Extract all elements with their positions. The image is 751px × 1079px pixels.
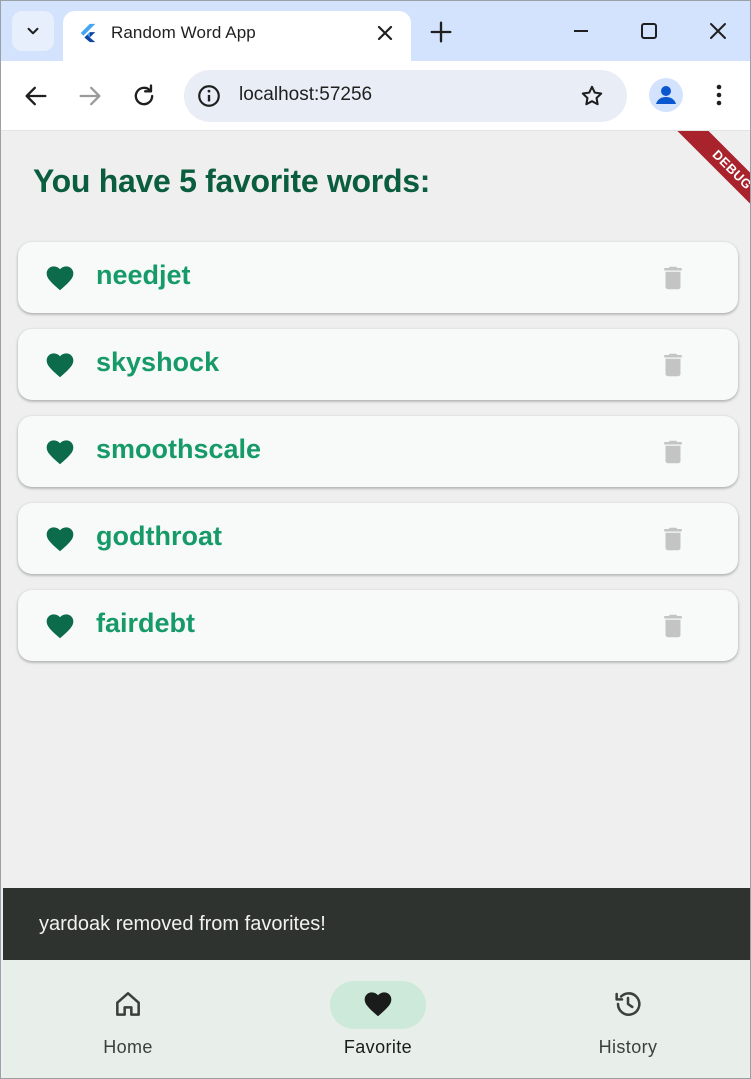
heart-icon — [46, 440, 74, 465]
window-close-icon[interactable] — [706, 19, 730, 43]
arrow-left-icon[interactable] — [22, 82, 50, 110]
list-item: godthroat — [18, 503, 738, 574]
browser-window: Random Word App localhost:57256 DEBUG Yo… — [0, 0, 751, 1079]
nav-item-home[interactable]: Home — [48, 980, 208, 1070]
snackbar: yardoak removed from favorites! — [3, 888, 750, 960]
info-icon[interactable] — [196, 83, 222, 109]
list-item: skyshock — [18, 329, 738, 400]
nav-label-home: Home — [103, 1037, 153, 1057]
trash-icon[interactable] — [658, 436, 688, 468]
debug-banner-label: DEBUG — [674, 131, 750, 227]
debug-banner: DEBUG — [656, 131, 750, 227]
star-icon[interactable] — [579, 83, 605, 109]
home-icon — [116, 992, 140, 1016]
nav-label-favorite: Favorite — [343, 1037, 413, 1057]
heart-icon — [46, 527, 74, 552]
nav-item-favorite[interactable]: Favorite — [298, 980, 458, 1070]
favorite-word: fairdebt — [96, 608, 196, 638]
snackbar-message: yardoak removed from favorites! — [39, 913, 326, 935]
heart-icon — [364, 992, 392, 1017]
browser-tab[interactable]: Random Word App — [63, 11, 411, 61]
favorite-word: needjet — [96, 260, 191, 290]
flutter-icon — [80, 23, 96, 43]
page-title: You have 5 favorite words: — [33, 163, 431, 199]
nav-label-history: History — [598, 1037, 658, 1057]
heart-icon — [46, 353, 74, 378]
kebab-icon[interactable] — [707, 81, 731, 109]
favorites-list: needjet skyshock smoothscale godthroat faird… — [18, 242, 738, 677]
bottom-navigation: Home Favorite History — [3, 960, 750, 1078]
favorite-word: skyshock — [96, 347, 220, 377]
address-bar[interactable]: localhost:57256 — [184, 70, 627, 122]
close-icon[interactable] — [373, 21, 397, 45]
minimize-icon[interactable] — [569, 19, 593, 43]
trash-icon[interactable] — [658, 610, 688, 642]
tab-strip: Random Word App — [1, 1, 750, 61]
trash-icon[interactable] — [658, 349, 688, 381]
favorite-word: smoothscale — [96, 434, 262, 464]
tab-title: Random Word App — [111, 23, 256, 42]
tab-search-button[interactable] — [12, 11, 54, 51]
trash-icon[interactable] — [658, 262, 688, 294]
plus-icon[interactable] — [427, 18, 455, 46]
person-icon — [656, 86, 676, 104]
maximize-icon[interactable] — [637, 19, 661, 43]
profile-button[interactable] — [649, 78, 683, 112]
nav-item-history[interactable]: History — [548, 980, 708, 1070]
heart-icon — [46, 614, 74, 639]
chevron-down-icon — [27, 27, 39, 35]
browser-toolbar: localhost:57256 — [1, 61, 750, 131]
list-item: fairdebt — [18, 590, 738, 661]
reload-icon[interactable] — [130, 82, 158, 110]
heart-icon — [46, 266, 74, 291]
list-item: smoothscale — [18, 416, 738, 487]
arrow-right-icon[interactable] — [76, 82, 104, 110]
history-icon — [615, 992, 641, 1016]
list-item: needjet — [18, 242, 738, 313]
trash-icon[interactable] — [658, 523, 688, 555]
url-text[interactable]: localhost:57256 — [239, 84, 372, 106]
favorite-word: godthroat — [96, 521, 222, 551]
